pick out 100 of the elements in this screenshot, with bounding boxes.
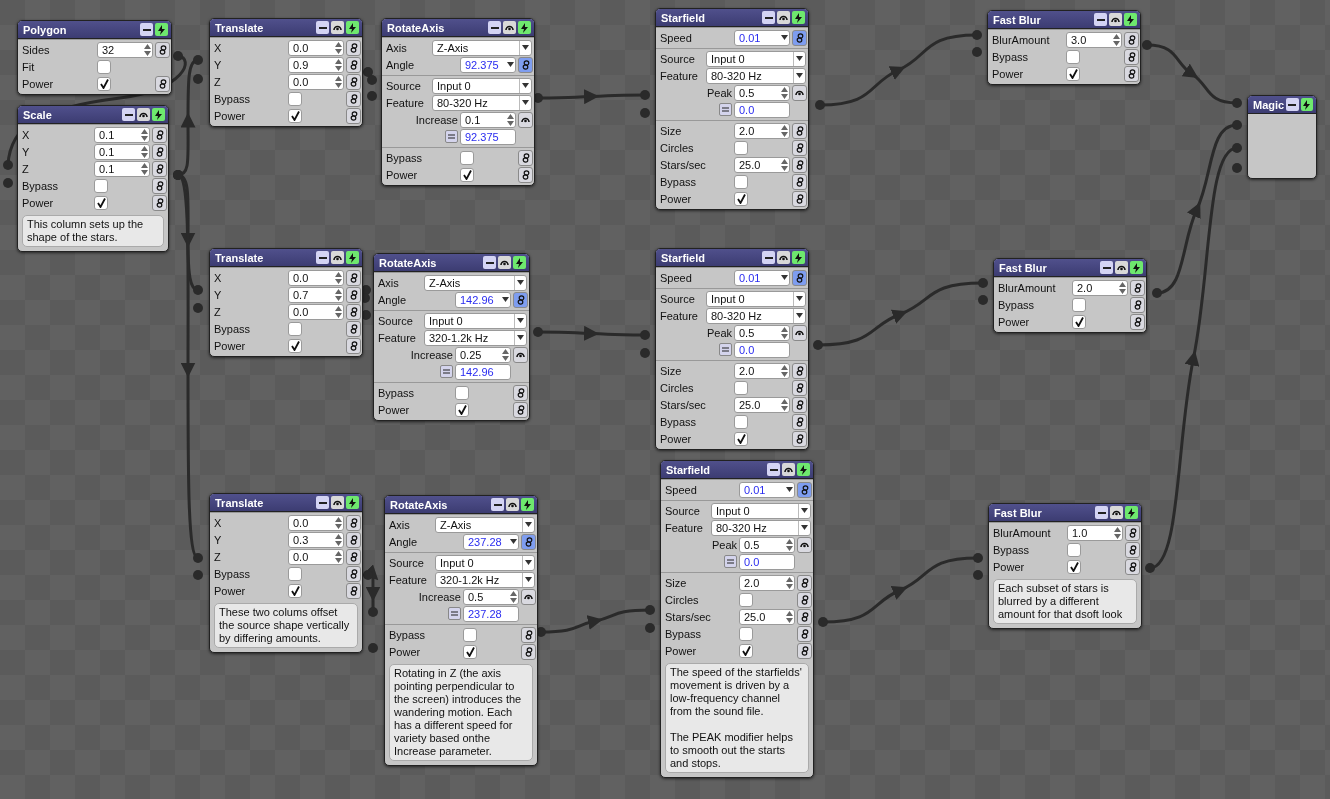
sensor-button[interactable]: [513, 346, 528, 363]
link-button[interactable]: [1125, 524, 1140, 541]
link-button[interactable]: [155, 41, 170, 58]
dropdown[interactable]: Input 0: [711, 502, 811, 519]
link-button[interactable]: [1130, 313, 1145, 330]
link-button[interactable]: [797, 625, 812, 642]
spinner-icon[interactable]: [781, 398, 788, 411]
minimize-button[interactable]: [1094, 13, 1107, 26]
link-button[interactable]: [152, 126, 167, 143]
link-button[interactable]: [1125, 541, 1140, 558]
link-button[interactable]: [346, 39, 361, 56]
sensor-button[interactable]: [777, 251, 790, 264]
node-header[interactable]: Starfield: [661, 461, 813, 479]
minimize-button[interactable]: [491, 498, 504, 511]
number-field[interactable]: 2.0: [1072, 279, 1128, 296]
number-field[interactable]: 0.1: [94, 126, 150, 143]
link-button[interactable]: [346, 90, 361, 107]
checkbox[interactable]: [1072, 297, 1086, 312]
equals-button[interactable]: [448, 607, 461, 620]
result-field[interactable]: 0.0: [734, 101, 790, 118]
link-button[interactable]: [513, 384, 528, 401]
number-field[interactable]: 0.0: [288, 514, 344, 531]
checkbox[interactable]: [739, 643, 753, 658]
link-button[interactable]: [1124, 31, 1139, 48]
spinner-icon[interactable]: [144, 43, 151, 56]
spinner-icon[interactable]: [781, 326, 788, 339]
spinner-icon[interactable]: [141, 145, 148, 158]
checkbox[interactable]: [288, 108, 302, 123]
equals-button[interactable]: [719, 103, 732, 116]
spinner-icon[interactable]: [335, 41, 342, 54]
checkbox[interactable]: [460, 150, 474, 165]
link-button[interactable]: [792, 413, 807, 430]
link-button[interactable]: [518, 149, 533, 166]
sensor-button[interactable]: [331, 21, 344, 34]
spinner-icon[interactable]: [781, 364, 788, 377]
minimize-button[interactable]: [122, 108, 135, 121]
number-field[interactable]: 0.3: [288, 531, 344, 548]
dropdown[interactable]: 80-320 Hz: [711, 519, 811, 536]
link-button[interactable]: [346, 303, 361, 320]
link-button[interactable]: [792, 269, 807, 286]
checkbox[interactable]: [97, 59, 111, 74]
equals-button[interactable]: [719, 343, 732, 356]
spinner-icon[interactable]: [335, 305, 342, 318]
number-field[interactable]: 0.1: [94, 160, 150, 177]
link-button[interactable]: [521, 626, 536, 643]
link-button[interactable]: [792, 190, 807, 207]
equals-button[interactable]: [445, 130, 458, 143]
node-header[interactable]: Starfield: [656, 9, 808, 27]
input-port[interactable]: [368, 643, 378, 653]
link-button[interactable]: [792, 29, 807, 46]
sensor-button[interactable]: [498, 256, 511, 269]
number-field[interactable]: 25.0: [739, 608, 795, 625]
link-button[interactable]: [346, 320, 361, 337]
dropdown[interactable]: Input 0: [706, 50, 806, 67]
spinner-icon[interactable]: [1113, 33, 1120, 46]
power-button[interactable]: [521, 498, 534, 511]
link-button[interactable]: [792, 156, 807, 173]
link-button[interactable]: [792, 396, 807, 413]
number-field[interactable]: 2.0: [739, 574, 795, 591]
link-button[interactable]: [513, 401, 528, 418]
number-field[interactable]: 0.9: [288, 56, 344, 73]
link-button[interactable]: [346, 73, 361, 90]
power-button[interactable]: [1130, 261, 1143, 274]
spinner-icon[interactable]: [781, 158, 788, 171]
dropdown[interactable]: Input 0: [435, 554, 535, 571]
minimize-button[interactable]: [316, 251, 329, 264]
link-button[interactable]: [521, 533, 536, 550]
sensor-button[interactable]: [331, 496, 344, 509]
checkbox[interactable]: [455, 402, 469, 417]
link-button[interactable]: [1130, 279, 1145, 296]
minimize-button[interactable]: [1100, 261, 1113, 274]
input-port[interactable]: [193, 570, 203, 580]
dropdown[interactable]: Z-Axis: [432, 39, 532, 56]
sensor-button[interactable]: [782, 463, 795, 476]
checkbox[interactable]: [739, 592, 753, 607]
input-port[interactable]: [972, 47, 982, 57]
link-button[interactable]: [792, 430, 807, 447]
number-field[interactable]: 0.5: [739, 536, 795, 553]
power-button[interactable]: [1124, 13, 1137, 26]
number-field[interactable]: 0.5: [734, 324, 790, 341]
sensor-button[interactable]: [792, 84, 807, 101]
number-field[interactable]: 2.0: [734, 122, 790, 139]
spinner-icon[interactable]: [786, 576, 793, 589]
minimize-button[interactable]: [488, 21, 501, 34]
input-port[interactable]: [640, 348, 650, 358]
link-button[interactable]: [346, 514, 361, 531]
input-port[interactable]: [193, 303, 203, 313]
node-header[interactable]: Magic: [1248, 96, 1316, 114]
link-button[interactable]: [797, 642, 812, 659]
dropdown[interactable]: Input 0: [424, 312, 527, 329]
checkbox[interactable]: [94, 178, 108, 193]
minimize-button[interactable]: [762, 11, 775, 24]
spinner-icon[interactable]: [781, 124, 788, 137]
checkbox[interactable]: [1066, 66, 1080, 81]
spinner-icon[interactable]: [335, 550, 342, 563]
sensor-button[interactable]: [1110, 506, 1123, 519]
number-field[interactable]: 0.0: [288, 303, 344, 320]
spinner-icon[interactable]: [786, 610, 793, 623]
node-header[interactable]: Translate: [210, 19, 362, 37]
node-header[interactable]: Fast Blur: [989, 504, 1141, 522]
